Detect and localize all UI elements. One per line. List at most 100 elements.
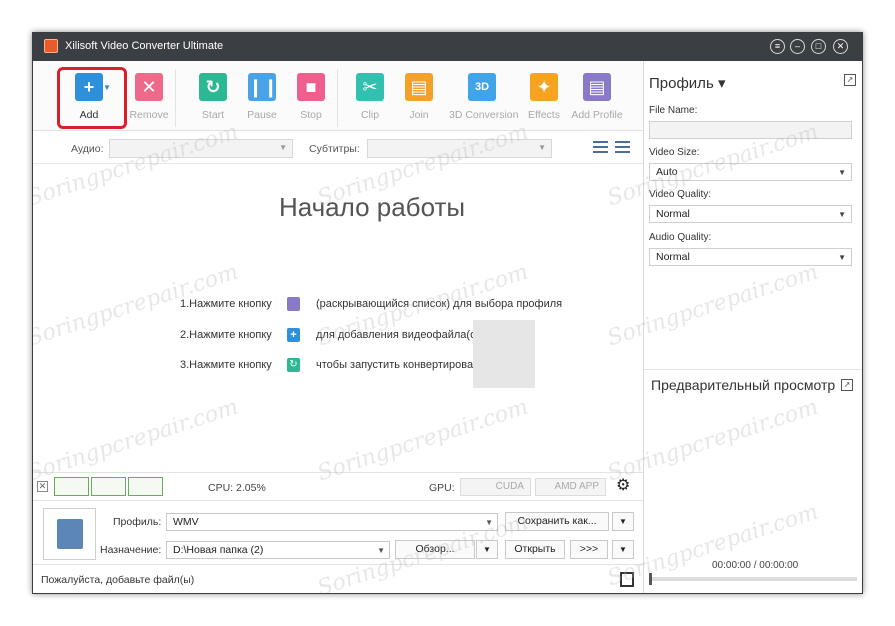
stop-button[interactable]: ■ Stop xyxy=(281,73,341,125)
profile-label: Профиль: xyxy=(113,516,162,528)
audio-quality-label: Audio Quality: xyxy=(649,232,712,243)
stop-button-label: Stop xyxy=(300,109,322,121)
profile-value: WMV xyxy=(173,516,199,528)
destination-select[interactable]: D:\Новая папка (2) ▼ xyxy=(166,541,390,559)
cuda-button[interactable]: CUDA xyxy=(460,478,531,496)
expand-icon[interactable]: ↗ xyxy=(841,379,853,391)
profile-doc-icon xyxy=(287,297,300,311)
close-button[interactable]: ✕ xyxy=(833,39,848,54)
video-size-label: Video Size: xyxy=(649,147,700,158)
title-bar: Xilisoft Video Converter Ultimate ≡ – □ … xyxy=(33,33,862,61)
video-size-value: Auto xyxy=(656,166,678,178)
profile-select[interactable]: WMV ▼ xyxy=(166,513,498,531)
menu-button[interactable]: ≡ xyxy=(770,39,785,54)
start-title: Начало работы xyxy=(278,192,466,222)
panel-divider xyxy=(644,369,862,370)
browse-dropdown[interactable]: ▼ xyxy=(476,540,498,559)
chevron-down-icon: ▼ xyxy=(485,518,493,527)
minimize-button[interactable]: – xyxy=(790,39,805,54)
file-list-area: Начало работы 1.Нажмите кнопку (раскрыва… xyxy=(33,164,643,472)
audio-label: Аудио: xyxy=(71,143,104,155)
profile-thumbnail xyxy=(43,508,96,560)
cpu-graph xyxy=(128,477,163,496)
chevron-down-icon[interactable]: ▼ xyxy=(103,83,111,92)
list-view-icon[interactable] xyxy=(593,141,608,155)
subtitles-label: Субтитры: xyxy=(309,143,360,155)
toolbar-separator xyxy=(175,69,176,127)
save-as-button[interactable]: Сохранить как... xyxy=(505,512,609,531)
video-quality-value: Normal xyxy=(656,208,690,220)
plus-icon: + xyxy=(287,328,300,342)
profile-panel-title-text: Профиль xyxy=(649,75,714,92)
film-placeholder-icon xyxy=(473,320,535,388)
transfer-dropdown[interactable]: ▼ xyxy=(612,540,634,559)
add-profile-button[interactable]: ▤ Add Profile xyxy=(567,73,627,125)
join-button-label: Join xyxy=(409,109,429,121)
join-icon: ▤ xyxy=(405,73,433,101)
chevron-down-icon: ▼ xyxy=(838,253,846,262)
chevron-down-icon: ▼ xyxy=(538,143,546,152)
app-window: Xilisoft Video Converter Ultimate ≡ – □ … xyxy=(32,32,863,594)
effects-button[interactable]: ✦ Effects xyxy=(514,73,574,125)
detail-view-icon[interactable] xyxy=(615,141,630,155)
plus-icon: + xyxy=(75,73,103,101)
add-profile-button-label: Add Profile xyxy=(571,109,623,121)
subtitles-select[interactable]: ▼ xyxy=(367,139,552,158)
remove-button[interactable]: ✕ Remove xyxy=(119,73,179,125)
effects-button-label: Effects xyxy=(528,109,560,121)
gear-icon[interactable]: ⚙ xyxy=(616,478,632,494)
chevron-down-icon: ▼ xyxy=(279,143,287,152)
profile-area: Профиль: WMV ▼ Сохранить как... ▼ Назнач… xyxy=(33,500,643,564)
transfer-button[interactable]: >>> xyxy=(570,540,608,559)
timeline-slider[interactable] xyxy=(649,573,857,585)
time-readout: 00:00:00 / 00:00:00 xyxy=(712,560,799,571)
app-logo-icon xyxy=(44,39,58,53)
save-as-dropdown[interactable]: ▼ xyxy=(612,512,634,531)
add-button-label: Add xyxy=(79,109,99,121)
profile-panel-title[interactable]: Профиль ▾ xyxy=(649,74,725,92)
step-2-text: 2.Нажмите кнопку xyxy=(180,329,272,341)
profile-panel: Профиль ▾ ↗ File Name: Video Size: Auto … xyxy=(643,61,862,593)
audio-quality-select[interactable]: Normal ▼ xyxy=(649,248,852,266)
audio-quality-value: Normal xyxy=(656,251,690,263)
pause-icon: ❙❙ xyxy=(248,73,278,101)
join-button[interactable]: ▤ Join xyxy=(389,73,449,125)
destination-value: D:\Новая папка (2) xyxy=(173,544,264,556)
open-button[interactable]: Открыть xyxy=(505,540,565,559)
chevron-down-icon: ▼ xyxy=(838,210,846,219)
video-quality-label: Video Quality: xyxy=(649,189,712,200)
remove-button-label: Remove xyxy=(129,109,169,121)
step-1-text: 1.Нажмите кнопку xyxy=(180,298,272,310)
file-name-input[interactable] xyxy=(649,121,852,139)
audio-select[interactable]: ▼ xyxy=(109,139,293,158)
clip-icon: ✂ xyxy=(356,73,384,101)
step-3-desc: чтобы запустить конвертирование xyxy=(316,359,492,371)
effects-icon: ✦ xyxy=(530,73,558,101)
status-text: Пожалуйста, добавьте файл(ы) xyxy=(41,574,195,586)
start-icon: ↻ xyxy=(199,73,227,101)
video-size-select[interactable]: Auto ▼ xyxy=(649,163,852,181)
step-2-desc: для добавления видеофайла(ов) xyxy=(316,329,486,341)
window-title: Xilisoft Video Converter Ultimate xyxy=(65,40,224,52)
chevron-down-icon: ▼ xyxy=(377,546,385,555)
timeline-handle[interactable] xyxy=(649,573,652,585)
maximize-button[interactable]: □ xyxy=(811,39,826,54)
expand-icon[interactable]: ↗ xyxy=(844,74,856,86)
close-graph-icon[interactable]: ✕ xyxy=(37,481,48,492)
chevron-down-icon: ▼ xyxy=(838,168,846,177)
convert-icon: ↻ xyxy=(287,358,300,372)
step-3-text: 3.Нажмите кнопку xyxy=(180,359,272,371)
add-button[interactable]: + ▼ Add xyxy=(59,73,119,125)
remove-icon: ✕ xyxy=(135,73,163,101)
destination-label: Назначение: xyxy=(100,544,162,556)
amd-app-button[interactable]: AMD APP xyxy=(535,478,606,496)
3d-conversion-button[interactable]: 3D 3D Conversion xyxy=(449,73,518,125)
cpu-graph xyxy=(54,477,89,496)
log-icon[interactable] xyxy=(620,572,634,587)
toolbar-separator xyxy=(337,69,338,127)
stop-icon: ■ xyxy=(297,73,325,101)
video-quality-select[interactable]: Normal ▼ xyxy=(649,205,852,223)
cpu-bar: ✕ CPU: 2.05% GPU: CUDA AMD APP ⚙ xyxy=(33,472,643,500)
browse-button[interactable]: Обзор... xyxy=(395,540,475,559)
toolbar: + ▼ Add ✕ Remove ↻ Start ❙❙ Pause ■ Stop… xyxy=(33,61,643,131)
